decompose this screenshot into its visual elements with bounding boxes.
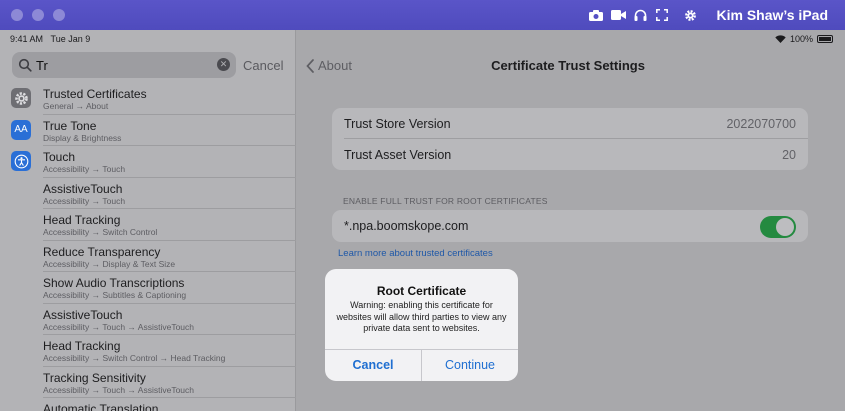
wifi-icon xyxy=(775,35,786,43)
result-title: Show Audio Transcriptions xyxy=(43,276,185,290)
clear-search-icon[interactable]: ✕ xyxy=(217,58,230,71)
window-controls xyxy=(11,9,65,21)
result-title: Touch xyxy=(43,150,76,164)
result-title: Automatic Translation xyxy=(43,402,159,411)
page-title: Certificate Trust Settings xyxy=(491,58,645,73)
status-indicators: 100% xyxy=(775,34,833,44)
info-label: Trust Asset Version xyxy=(344,148,452,162)
headphones-icon[interactable] xyxy=(630,5,650,25)
gear-icon[interactable] xyxy=(680,5,700,25)
battery-icon xyxy=(817,35,833,43)
search-icon xyxy=(18,58,32,72)
result-path: Accessibility → Subtitles & Captioning xyxy=(43,290,187,300)
result-path: Accessibility → Touch xyxy=(43,164,126,174)
result-item[interactable]: Touch Accessibility → Touch xyxy=(0,146,296,178)
certificate-row: *.npa.boomskope.com xyxy=(332,210,808,242)
result-title: Tracking Sensitivity xyxy=(43,370,146,385)
root-certificate-alert: Root Certificate Warning: enabling this … xyxy=(325,269,518,381)
result-title: AssistiveTouch xyxy=(43,181,123,196)
alert-title: Root Certificate xyxy=(376,284,467,298)
result-path: Accessibility → Switch Control xyxy=(43,227,158,237)
result-item[interactable]: Automatic Translation xyxy=(0,398,296,411)
info-value: 20 xyxy=(782,148,796,162)
section-header: ENABLE FULL TRUST FOR ROOT CERTIFICATES xyxy=(343,196,548,206)
result-path: Accessibility → Switch Control → Head Tr… xyxy=(43,353,226,363)
trust-info-group: Trust Store Version 2022070700 Trust Ass… xyxy=(332,108,808,170)
result-item[interactable]: AssistiveTouch Accessibility → Touch → A… xyxy=(0,304,296,335)
window-titlebar: Kim Shaw’s iPad xyxy=(0,0,845,30)
result-title: Head Tracking xyxy=(43,213,121,227)
result-title: Reduce Transparency xyxy=(43,244,161,259)
info-value: 2022070700 xyxy=(726,117,796,131)
display-aa-icon: AA xyxy=(11,119,31,140)
fullscreen-icon[interactable] xyxy=(652,5,672,25)
search-results: Trusted Certificates General → About AA … xyxy=(0,83,296,411)
search-field[interactable]: ✕ xyxy=(12,52,236,78)
chevron-left-icon xyxy=(306,58,314,73)
zoom-window-button[interactable] xyxy=(53,9,65,21)
result-item[interactable]: Tracking Sensitivity Accessibility → Tou… xyxy=(0,367,296,398)
video-icon[interactable] xyxy=(608,5,628,25)
learn-more-link[interactable]: Learn more about trusted certificates xyxy=(338,248,493,259)
result-path: Display & Brightness xyxy=(43,132,122,143)
result-title: Trusted Certificates xyxy=(43,87,147,101)
result-title: AssistiveTouch xyxy=(43,307,123,322)
alert-message: Warning: enabling this certificate for w… xyxy=(336,300,507,333)
status-time: 9:41 AM Tue Jan 9 xyxy=(10,34,91,44)
result-item[interactable]: Reduce Transparency Accessibility → Disp… xyxy=(0,241,296,272)
alert-cancel-button[interactable]: Cancel xyxy=(325,350,421,381)
certificate-group: *.npa.boomskope.com xyxy=(332,210,808,242)
accessibility-icon xyxy=(11,151,31,171)
minimize-window-button[interactable] xyxy=(32,9,44,21)
gear-icon xyxy=(11,88,31,108)
info-row: Trust Asset Version 20 xyxy=(332,139,808,170)
result-item[interactable]: AA True Tone Display & Brightness xyxy=(0,115,296,146)
result-item[interactable]: Head Tracking Accessibility → Switch Con… xyxy=(0,209,296,241)
certificate-trust-toggle[interactable] xyxy=(760,216,796,238)
settings-sidebar: 9:41 AM Tue Jan 9 ✕ Cancel Trusted Certi… xyxy=(0,30,296,411)
result-path: General → About xyxy=(43,101,109,111)
camera-icon[interactable] xyxy=(586,5,606,25)
result-item[interactable]: Head Tracking Accessibility → Switch Con… xyxy=(0,335,296,367)
result-item[interactable]: AssistiveTouch Accessibility → Touch xyxy=(0,178,296,209)
result-title: True Tone xyxy=(43,118,97,133)
result-path: Accessibility → Touch xyxy=(43,195,126,206)
close-window-button[interactable] xyxy=(11,9,23,21)
info-row: Trust Store Version 2022070700 xyxy=(332,108,808,139)
window-title: Kim Shaw’s iPad xyxy=(716,7,828,23)
search-cancel-button[interactable]: Cancel xyxy=(243,58,283,73)
result-path: Accessibility → Touch → AssistiveTouch xyxy=(43,321,195,332)
result-title: Head Tracking xyxy=(43,339,121,353)
result-path: Accessibility → Touch → AssistiveTouch xyxy=(43,384,195,395)
search-input[interactable] xyxy=(36,57,206,73)
back-button[interactable]: About xyxy=(306,58,352,73)
info-label: Trust Store Version xyxy=(344,117,451,131)
certificate-name: *.npa.boomskope.com xyxy=(344,219,469,233)
result-item[interactable]: Show Audio Transcriptions Accessibility … xyxy=(0,272,296,304)
alert-continue-button[interactable]: Continue xyxy=(422,350,518,381)
result-item[interactable]: Trusted Certificates General → About xyxy=(0,83,296,115)
battery-percent: 100% xyxy=(789,34,813,44)
result-path: Accessibility → Display & Text Size xyxy=(43,258,176,269)
back-label: About xyxy=(318,58,352,73)
